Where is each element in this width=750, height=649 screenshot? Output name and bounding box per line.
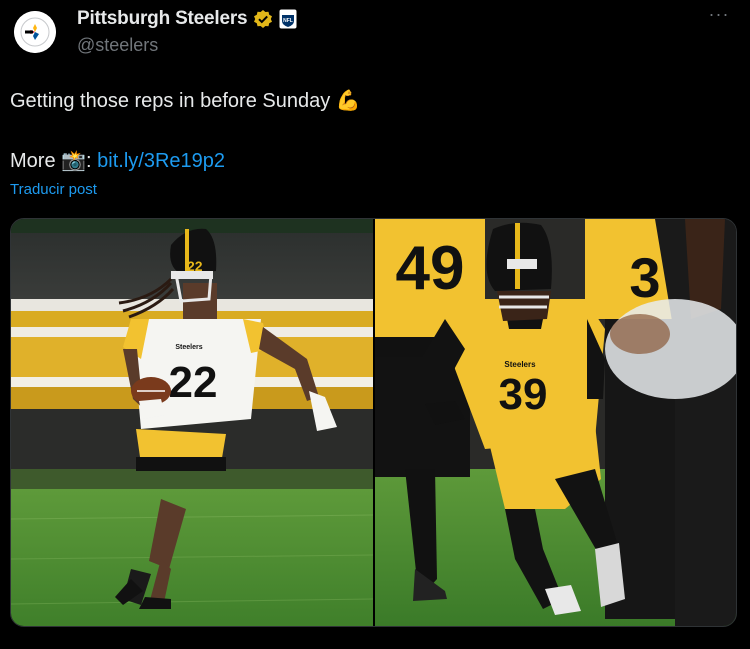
camera-flash-emoji: 📸: [61, 150, 87, 172]
steelers-logo-icon: [14, 11, 56, 53]
tweet-text-more: More: [10, 150, 56, 172]
flexed-biceps-emoji: 💪: [335, 90, 361, 112]
background-number-49: 49: [396, 234, 465, 303]
background-number-3: 3: [629, 246, 660, 309]
jersey-number-39: 39: [499, 370, 548, 419]
colon: :: [86, 150, 92, 172]
verified-gold-badge-icon[interactable]: [253, 9, 273, 29]
jersey-brand-22: Steelers: [175, 344, 202, 351]
handle[interactable]: @steelers: [77, 35, 158, 56]
photo-player-39[interactable]: 49 3 Steelers 39: [375, 219, 736, 626]
jersey-number-22: 22: [169, 358, 218, 407]
more-dots-icon: ···: [708, 4, 730, 24]
tweet-header: Pittsburgh Steelers NFL @steelers ···: [0, 0, 750, 70]
tweet-text-line1: Getting those reps in before Sunday: [10, 90, 331, 112]
photo-player-22[interactable]: Steelers 22 22: [11, 219, 373, 626]
helmet-number-22: 22: [187, 258, 203, 274]
more-options-button[interactable]: ···: [706, 4, 732, 27]
jersey-brand-39: Steelers: [504, 360, 536, 369]
tweet-text: Getting those reps in before Sunday 💪 Mo…: [10, 86, 730, 176]
translate-post-link[interactable]: Traducir post: [10, 181, 97, 198]
svg-text:NFL: NFL: [284, 18, 294, 24]
display-name[interactable]: Pittsburgh Steelers: [77, 8, 248, 30]
media-grid: Steelers 22 22 49 3 Steelers 39: [10, 218, 737, 627]
avatar[interactable]: [14, 11, 56, 53]
nfl-shield-icon[interactable]: NFL: [279, 9, 297, 29]
tweet-link[interactable]: bit.ly/3Re19p2: [97, 146, 225, 176]
